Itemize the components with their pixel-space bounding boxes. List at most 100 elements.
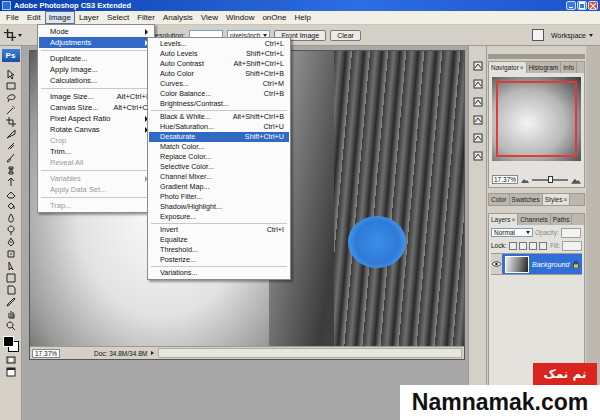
panel-tab[interactable]: Paths (551, 214, 573, 225)
panel-tab[interactable]: Info (561, 62, 577, 73)
close-icon[interactable] (588, 1, 598, 10)
move-tool-icon[interactable] (3, 68, 19, 80)
brush-tool-icon[interactable] (3, 152, 19, 164)
shape-tool-icon[interactable] (3, 272, 19, 284)
panel-tab[interactable]: Color (489, 194, 510, 205)
stamp-tool-icon[interactable] (3, 164, 19, 176)
minimize-icon[interactable] (566, 1, 576, 10)
menu-item[interactable]: Calculations... (39, 75, 153, 86)
menu-item[interactable]: Pixel Aspect Ratio (39, 113, 153, 124)
menu-bar-item[interactable]: Image (45, 11, 75, 24)
status-menu-arrow-icon[interactable] (151, 351, 154, 355)
maximize-icon[interactable] (577, 1, 587, 10)
document-zoom[interactable]: 17.37% (32, 349, 60, 358)
menu-item[interactable]: Variables (39, 173, 153, 184)
zoom-in-icon[interactable] (571, 176, 581, 184)
menu-item[interactable]: Black & White...Alt+Shift+Ctrl+B (149, 112, 289, 122)
layers-panel-icon[interactable] (472, 114, 484, 126)
notes-tool-icon[interactable] (3, 284, 19, 296)
menu-item[interactable]: Auto LevelsShift+Ctrl+L (149, 49, 289, 59)
lasso-tool-icon[interactable] (3, 92, 19, 104)
lock-all-icon[interactable] (539, 242, 547, 250)
menu-item[interactable]: Adjustments (39, 37, 153, 48)
marquee-tool-icon[interactable] (3, 80, 19, 92)
fill-field[interactable] (562, 241, 582, 251)
menu-item[interactable]: Canvas Size...Alt+Ctrl+C (39, 102, 153, 113)
menu-item[interactable]: Replace Color... (149, 152, 289, 162)
menu-item[interactable]: Mode (39, 26, 153, 37)
navigator-zoom[interactable]: 17.37% (492, 175, 518, 184)
menu-bar-item[interactable]: Edit (23, 11, 45, 24)
slice-tool-icon[interactable] (3, 128, 19, 140)
slider-thumb[interactable] (548, 176, 553, 183)
menu-item[interactable]: Apply Data Set... (39, 184, 153, 195)
panel-tab[interactable]: Layers× (489, 214, 518, 225)
foreground-color-swatch[interactable] (3, 336, 14, 347)
panel-tab[interactable]: Navigator× (489, 62, 527, 73)
paint-bucket-tool-icon[interactable] (3, 200, 19, 212)
pen-tool-icon[interactable] (3, 236, 19, 248)
screen-mode-icon[interactable] (3, 366, 19, 378)
menu-item[interactable]: Trap... (39, 200, 153, 211)
eraser-tool-icon[interactable] (3, 188, 19, 200)
zoom-tool-icon[interactable] (3, 320, 19, 332)
menu-bar-item[interactable]: Window (222, 11, 258, 24)
blend-mode-select[interactable]: Normal (491, 228, 533, 237)
layer-row[interactable]: Background (491, 253, 582, 275)
lock-transparent-icon[interactable] (509, 242, 517, 250)
history-brush-tool-icon[interactable] (3, 176, 19, 188)
navigator-panel-icon[interactable] (472, 60, 484, 72)
paths-panel-icon[interactable] (472, 150, 484, 162)
close-tab-icon[interactable]: × (512, 216, 516, 223)
menu-item[interactable]: Trim... (39, 146, 153, 157)
menu-item[interactable]: Color Balance...Ctrl+B (149, 89, 289, 99)
menu-item[interactable]: Image Size...Alt+Ctrl+I (39, 91, 153, 102)
menu-item[interactable]: Posterize... (149, 255, 289, 265)
color-panel-icon[interactable] (472, 78, 484, 90)
tool-preset-arrow-icon[interactable] (18, 34, 22, 37)
quick-mask-icon[interactable] (3, 354, 19, 366)
menu-item[interactable]: Crop (39, 135, 153, 146)
menu-item[interactable]: Photo Filter... (149, 192, 289, 202)
menu-bar-item[interactable]: File (2, 11, 23, 24)
menu-item[interactable]: Duplicate... (39, 53, 153, 64)
horizontal-scrollbar[interactable] (158, 348, 462, 358)
panel-tab[interactable]: Swatches (510, 194, 543, 205)
crop-tool-icon[interactable] (4, 29, 22, 41)
eyedropper-tool-icon[interactable] (3, 296, 19, 308)
menu-item[interactable]: Exposure... (149, 212, 289, 222)
menu-bar-item[interactable]: Help (290, 11, 314, 24)
opacity-field[interactable] (561, 228, 581, 238)
menu-bar-item[interactable]: Layer (75, 11, 103, 24)
crop-tool-icon[interactable] (3, 116, 19, 128)
menu-item[interactable]: Threshold... (149, 245, 289, 255)
panel-tab[interactable]: Channels (518, 214, 550, 225)
menu-item[interactable]: Gradient Map... (149, 182, 289, 192)
lock-paint-icon[interactable] (519, 242, 527, 250)
options-button[interactable]: Clear (330, 30, 361, 41)
menu-item[interactable]: Auto ColorShift+Ctrl+B (149, 69, 289, 79)
menu-item[interactable]: Rotate Canvas (39, 124, 153, 135)
menu-bar-item[interactable]: onOne (258, 11, 290, 24)
menu-bar-item[interactable]: View (197, 11, 222, 24)
menu-item[interactable]: Match Color... (149, 142, 289, 152)
eye-icon[interactable] (491, 254, 502, 274)
menu-item[interactable]: Curves...Ctrl+M (149, 79, 289, 89)
palette-well-icon[interactable] (532, 29, 544, 41)
menu-item[interactable]: Channel Mixer... (149, 172, 289, 182)
menu-item[interactable]: Equalize (149, 235, 289, 245)
healing-tool-icon[interactable] (3, 140, 19, 152)
close-tab-icon[interactable]: × (563, 196, 567, 203)
type-tool-icon[interactable] (3, 248, 19, 260)
menu-item[interactable]: Selective Color... (149, 162, 289, 172)
menu-item[interactable]: Levels...Ctrl+L (149, 39, 289, 49)
swatches-panel-icon[interactable] (472, 96, 484, 108)
lock-move-icon[interactable] (529, 242, 537, 250)
menu-item[interactable]: Auto ContrastAlt+Shift+Ctrl+L (149, 59, 289, 69)
blur-tool-icon[interactable] (3, 212, 19, 224)
zoom-out-icon[interactable] (521, 177, 529, 183)
menu-bar-item[interactable]: Analysis (159, 11, 197, 24)
channels-panel-icon[interactable] (472, 132, 484, 144)
hand-tool-icon[interactable] (3, 308, 19, 320)
menu-item[interactable]: InvertCtrl+I (149, 225, 289, 235)
